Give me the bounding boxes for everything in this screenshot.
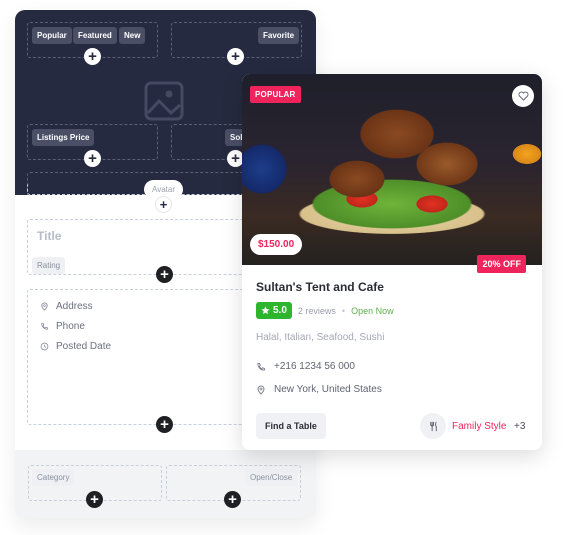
phone-icon	[41, 322, 49, 330]
rating-value: 5.0	[273, 305, 287, 316]
category-icon-wrap	[420, 413, 446, 439]
add-price-button[interactable]: +	[84, 150, 101, 167]
map-pin-icon	[41, 302, 48, 311]
favorite-button[interactable]	[512, 85, 534, 107]
clock-icon	[40, 342, 49, 351]
add-avatar-button[interactable]: +	[156, 197, 171, 212]
meta-posted-date-label: Posted Date	[56, 341, 112, 352]
map-pin-icon	[257, 385, 265, 395]
add-category-button[interactable]: +	[86, 491, 103, 508]
rating-row: 5.0 2 reviews • Open Now	[256, 302, 394, 319]
meta-phone: Phone	[40, 321, 85, 332]
discount-badge: 20% OFF	[477, 255, 526, 273]
title-placeholder: Title	[37, 229, 62, 243]
meta-address: Address	[40, 301, 93, 312]
popular-badge: POPULAR	[250, 86, 301, 103]
chip-rating[interactable]: Rating	[32, 257, 66, 274]
category-link[interactable]: Family Style	[452, 421, 506, 432]
price-label: $150.00	[250, 234, 303, 255]
location-text: New York, United States	[274, 384, 382, 395]
add-meta-button[interactable]: +	[156, 416, 173, 433]
listing-title[interactable]: Sultan's Tent and Cafe	[256, 280, 384, 294]
chip-new[interactable]: New	[119, 27, 146, 44]
meta-address-label: Address	[56, 301, 93, 312]
phone-number[interactable]: +216 1234 56 000	[274, 361, 355, 372]
meta-posted-date: Posted Date	[40, 341, 111, 352]
meta-phone-label: Phone	[56, 321, 85, 332]
fork-knife-icon	[429, 421, 437, 431]
chip-popular[interactable]: Popular	[32, 27, 72, 44]
chip-listings-price[interactable]: Listings Price	[32, 129, 95, 146]
chip-open-close[interactable]: Open/Close	[245, 469, 298, 486]
category-more-count[interactable]: +3	[514, 421, 525, 432]
listing-card[interactable]: POPULAR $150.00 20% OFF Sultan's Tent an…	[242, 74, 542, 450]
cuisine-list: Halal, Italian, Seafood, Sushi	[256, 332, 385, 343]
add-badge-button[interactable]: +	[84, 48, 101, 65]
find-table-button[interactable]: Find a Table	[256, 413, 326, 439]
add-title-button[interactable]: +	[156, 266, 173, 283]
image-placeholder-icon	[144, 81, 184, 121]
rating-badge: 5.0	[256, 302, 292, 319]
add-open-close-button[interactable]: +	[224, 491, 241, 508]
heart-icon	[518, 91, 528, 101]
chip-category[interactable]: Category	[32, 469, 75, 486]
phone-icon	[257, 362, 265, 370]
phone-row: +216 1234 56 000	[256, 361, 355, 372]
add-favorite-button[interactable]: +	[227, 48, 244, 65]
chip-favorite[interactable]: Favorite	[258, 27, 300, 44]
separator-dot: •	[341, 305, 346, 316]
location-row: New York, United States	[256, 384, 382, 395]
open-status: Open Now	[351, 305, 394, 316]
reviews-count[interactable]: 2 reviews	[298, 306, 336, 316]
chip-featured[interactable]: Featured	[73, 27, 117, 44]
star-icon	[261, 306, 270, 315]
